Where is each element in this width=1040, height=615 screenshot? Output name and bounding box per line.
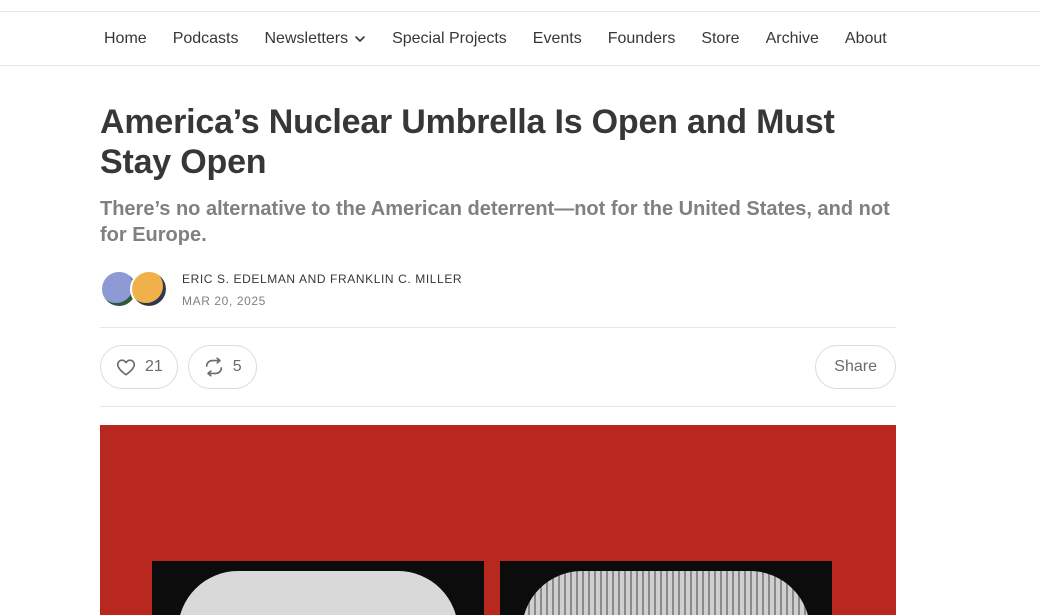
post: America’s Nuclear Umbrella Is Open and M… [100, 66, 896, 615]
share-label: Share [834, 358, 877, 375]
nav-store[interactable]: Store [701, 30, 739, 48]
chevron-down-icon [355, 35, 365, 42]
reaction-buttons: 21 5 [100, 345, 267, 389]
browser-top-strip [0, 0, 1040, 12]
byline: ERIC S. EDELMAN AND FRANKLIN C. MILLER M… [100, 268, 896, 312]
nav-label: Podcasts [172, 29, 239, 47]
nav-founders[interactable]: Founders [608, 30, 676, 48]
nav-label: Archive [765, 29, 819, 47]
divider [100, 406, 896, 407]
post-title: America’s Nuclear Umbrella Is Open and M… [100, 103, 835, 181]
post-date: MAR 20, 2025 [182, 294, 266, 308]
post-subtitle: There’s no alternative to the American d… [100, 198, 890, 246]
restack-count: 5 [232, 358, 242, 375]
hero-image[interactable] [100, 425, 896, 615]
restack-icon [205, 357, 222, 377]
nav-special-projects[interactable]: Special Projects [392, 30, 507, 48]
nav-label: About [844, 29, 887, 47]
restack-button[interactable]: 5 [187, 345, 257, 389]
like-button[interactable]: 21 [100, 345, 178, 389]
nav-label: Home [104, 29, 147, 47]
photo-subject [522, 571, 810, 615]
heart-icon [116, 359, 136, 376]
nav-archive[interactable]: Archive [766, 30, 819, 48]
nav-events[interactable]: Events [533, 30, 582, 48]
author-avatars[interactable] [100, 270, 172, 310]
nav-podcasts[interactable]: Podcasts [173, 30, 239, 48]
top-navigation: Home Podcasts Newsletters Special Projec… [0, 12, 1040, 66]
photo-subject [178, 571, 458, 615]
nav-label: Founders [607, 29, 676, 47]
nav-home[interactable]: Home [104, 30, 147, 48]
avatar[interactable] [130, 270, 168, 308]
post-actions: 21 5 Share [100, 328, 896, 406]
nav-about[interactable]: About [845, 30, 887, 48]
like-count: 21 [145, 358, 163, 375]
byline-text: ERIC S. EDELMAN AND FRANKLIN C. MILLER M… [182, 272, 462, 308]
hero-photo-right [500, 561, 832, 615]
share-button[interactable]: Share [815, 345, 896, 389]
nav-label: Store [701, 29, 740, 47]
nav-label: Newsletters [264, 29, 349, 47]
author-names[interactable]: ERIC S. EDELMAN AND FRANKLIN C. MILLER [182, 272, 462, 286]
nav-newsletters[interactable]: Newsletters [265, 30, 367, 48]
hero-photo-left [152, 561, 484, 615]
nav-label: Events [532, 29, 582, 47]
nav-label: Special Projects [392, 29, 507, 47]
